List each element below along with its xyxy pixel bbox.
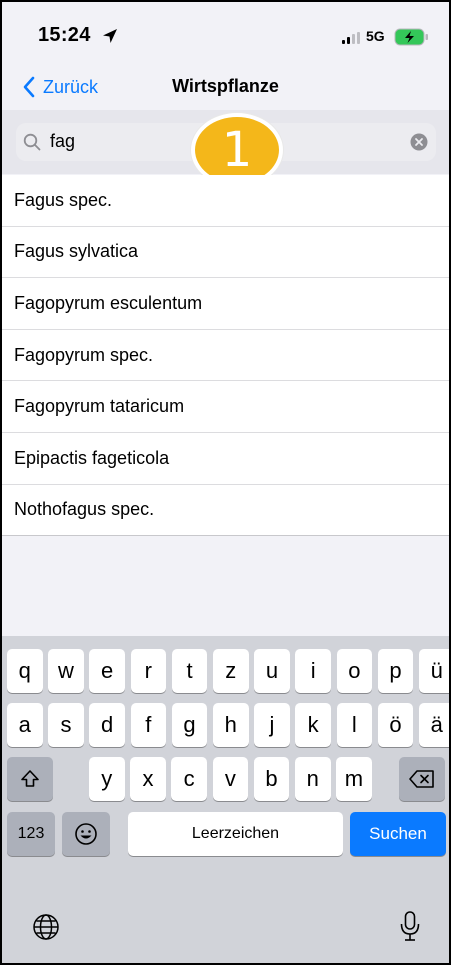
key-e[interactable]: e — [89, 649, 125, 693]
key-d[interactable]: d — [89, 703, 125, 747]
list-item[interactable]: Nothofagus spec. — [2, 485, 449, 537]
search-key[interactable]: Suchen — [350, 812, 446, 856]
key-r[interactable]: r — [130, 649, 167, 693]
key-ö[interactable]: ö — [377, 703, 414, 747]
key-i[interactable]: i — [295, 649, 331, 693]
key-y[interactable]: y — [89, 757, 125, 801]
location-arrow-icon — [103, 29, 117, 43]
navigation-bar: Zurück Wirtspflanze — [2, 64, 449, 110]
shift-key[interactable] — [7, 757, 53, 801]
key-a[interactable]: a — [7, 703, 43, 747]
key-g[interactable]: g — [171, 703, 208, 747]
key-c[interactable]: c — [171, 757, 207, 801]
search-icon — [23, 133, 41, 151]
key-o[interactable]: o — [336, 649, 373, 693]
key-j[interactable]: j — [254, 703, 290, 747]
results-list: Fagus spec. Fagus sylvatica Fagopyrum escu… — [2, 175, 449, 537]
battery-charging-icon — [394, 28, 428, 46]
key-b[interactable]: b — [253, 757, 290, 801]
list-item[interactable]: Fagus sylvatica — [2, 227, 449, 279]
key-p[interactable]: p — [377, 649, 414, 693]
globe-icon[interactable] — [32, 913, 60, 941]
emoji-icon — [75, 823, 97, 845]
signal-icon — [342, 32, 360, 44]
network-type: 5G — [366, 28, 385, 44]
key-h[interactable]: h — [213, 703, 249, 747]
key-t[interactable]: t — [171, 649, 208, 693]
list-item[interactable]: Fagopyrum esculentum — [2, 278, 449, 330]
key-m[interactable]: m — [336, 757, 372, 801]
emoji-key[interactable] — [62, 812, 110, 856]
key-f[interactable]: f — [130, 703, 167, 747]
shift-icon — [21, 770, 39, 787]
page-title: Wirtspflanze — [172, 76, 279, 96]
keyboard: q w e r t z u i o p ü a s d f g h j k l ö ä y x c v b n m 123 Leerzeic… — [2, 636, 449, 963]
numbers-key[interactable]: 123 — [7, 812, 55, 856]
status-time: 15:24 — [38, 24, 91, 46]
key-ä[interactable]: ä — [419, 703, 449, 747]
search-query: fag — [50, 131, 76, 151]
key-k[interactable]: k — [295, 703, 331, 747]
phone-screen: 15:24 5G Zurück Wirtspflanze fag 1 Fagus… — [0, 0, 451, 965]
key-w[interactable]: w — [48, 649, 84, 693]
list-item[interactable]: Fagopyrum spec. — [2, 330, 449, 382]
status-bar: 15:24 5G — [2, 2, 449, 64]
clear-icon[interactable] — [410, 133, 428, 151]
list-item[interactable]: Fagus spec. — [2, 175, 449, 227]
key-z[interactable]: z — [213, 649, 249, 693]
key-x[interactable]: x — [130, 757, 166, 801]
key-q[interactable]: q — [7, 649, 43, 693]
microphone-icon[interactable] — [398, 910, 422, 942]
key-n[interactable]: n — [295, 757, 331, 801]
space-key[interactable]: Leerzeichen — [128, 812, 343, 856]
key-l[interactable]: l — [336, 703, 373, 747]
list-item[interactable]: Epipactis fageticola — [2, 433, 449, 485]
key-s[interactable]: s — [48, 703, 84, 747]
key-ü[interactable]: ü — [419, 649, 449, 693]
key-u[interactable]: u — [254, 649, 290, 693]
key-v[interactable]: v — [212, 757, 249, 801]
list-item[interactable]: Fagopyrum tataricum — [2, 381, 449, 433]
delete-key[interactable] — [399, 757, 445, 801]
delete-icon — [409, 770, 434, 788]
